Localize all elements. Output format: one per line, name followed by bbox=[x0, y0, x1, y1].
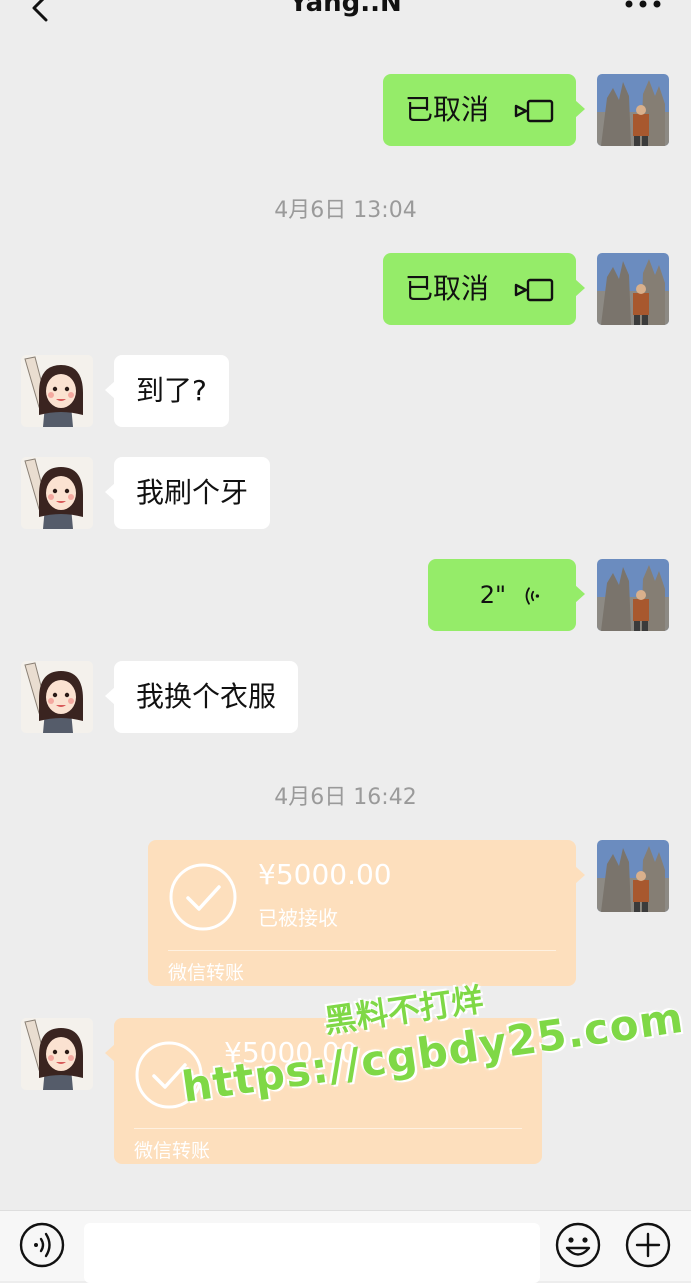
my-avatar[interactable] bbox=[597, 74, 669, 146]
message-text: 我刷个牙 bbox=[136, 476, 249, 509]
message-text: 到了? bbox=[136, 374, 207, 407]
chat-title: Yang..N bbox=[289, 0, 402, 18]
contact-avatar[interactable] bbox=[21, 457, 93, 529]
transfer-label: 微信转账 bbox=[168, 962, 245, 984]
text-message-bubble[interactable]: 我换个衣服 bbox=[104, 661, 299, 733]
contact-avatar[interactable] bbox=[21, 355, 93, 427]
transfer-amount: ¥5000.00 bbox=[258, 858, 392, 891]
chat-header: Yang..N bbox=[0, 0, 691, 42]
message-text: 我换个衣服 bbox=[136, 680, 277, 713]
text-message-bubble[interactable]: 到了? bbox=[105, 355, 229, 427]
message-input[interactable] bbox=[84, 1223, 540, 1283]
text-message-bubble[interactable]: 我刷个牙 bbox=[104, 457, 271, 529]
contact-avatar[interactable] bbox=[21, 1018, 93, 1090]
voice-duration: 2" bbox=[479, 581, 506, 609]
video-call-icon bbox=[514, 99, 554, 123]
my-avatar[interactable] bbox=[597, 253, 669, 325]
contact-avatar[interactable] bbox=[21, 661, 93, 733]
message-timestamp: 4月6日 13:04 bbox=[274, 198, 417, 223]
divider bbox=[168, 950, 556, 951]
call-status-text: 已取消 bbox=[405, 272, 490, 305]
video-call-icon bbox=[514, 278, 554, 302]
plus-icon[interactable] bbox=[624, 1221, 672, 1269]
checkmark-circle-icon bbox=[169, 863, 237, 931]
call-status-text: 已取消 bbox=[405, 93, 490, 126]
voice-wave-icon bbox=[525, 587, 540, 605]
voice-message-bubble[interactable]: 2" bbox=[428, 559, 585, 631]
my-avatar[interactable] bbox=[597, 840, 669, 912]
input-bar bbox=[0, 1210, 691, 1283]
transfer-card[interactable]: ¥5000.00 已被接收 微信转账 bbox=[148, 840, 585, 986]
emoji-icon[interactable] bbox=[554, 1221, 602, 1269]
transfer-status: 已被接收 bbox=[258, 906, 338, 930]
message-timestamp: 4月6日 16:42 bbox=[274, 785, 417, 810]
my-avatar[interactable] bbox=[597, 559, 669, 631]
more-options-icon[interactable] bbox=[621, 0, 665, 18]
voice-input-icon[interactable] bbox=[18, 1221, 66, 1269]
call-cancelled-bubble[interactable]: 已取消 bbox=[383, 253, 585, 325]
call-cancelled-bubble[interactable]: 已取消 bbox=[383, 74, 585, 146]
